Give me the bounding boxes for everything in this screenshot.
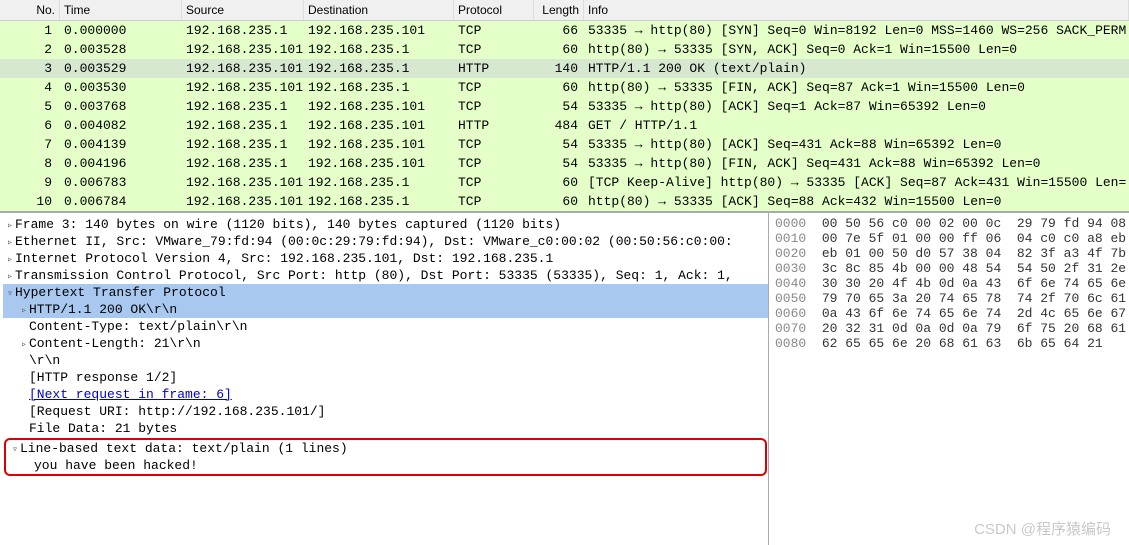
- tree-http-response[interactable]: [HTTP response 1/2]: [3, 369, 768, 386]
- packet-row[interactable]: 40.003530192.168.235.101192.168.235.1TCP…: [0, 78, 1129, 97]
- packet-row[interactable]: 60.004082192.168.235.1192.168.235.101HTT…: [0, 116, 1129, 135]
- tree-content-length[interactable]: Content-Length: 21\r\n: [3, 335, 768, 352]
- tree-content-type[interactable]: Content-Type: text/plain\r\n: [3, 318, 768, 335]
- tree-file-data[interactable]: File Data: 21 bytes: [3, 420, 768, 437]
- packet-row[interactable]: 10.000000192.168.235.1192.168.235.101TCP…: [0, 21, 1129, 40]
- expand-icon[interactable]: [5, 237, 15, 249]
- col-info[interactable]: Info: [584, 0, 1129, 20]
- tree-ip[interactable]: Internet Protocol Version 4, Src: 192.16…: [3, 250, 768, 267]
- tree-frame[interactable]: Frame 3: 140 bytes on wire (1120 bits), …: [3, 216, 768, 233]
- tree-ethernet[interactable]: Ethernet II, Src: VMware_79:fd:94 (00:0c…: [3, 233, 768, 250]
- expand-icon[interactable]: [5, 254, 15, 266]
- col-no[interactable]: No.: [0, 0, 60, 20]
- packet-row[interactable]: 50.003768192.168.235.1192.168.235.101TCP…: [0, 97, 1129, 116]
- highlighted-section: Line-based text data: text/plain (1 line…: [4, 438, 767, 476]
- tree-crlf[interactable]: \r\n: [3, 352, 768, 369]
- tree-next-request[interactable]: [Next request in frame: 6]: [3, 386, 768, 403]
- expand-icon[interactable]: [5, 271, 15, 283]
- col-proto[interactable]: Protocol: [454, 0, 534, 20]
- col-len[interactable]: Length: [534, 0, 584, 20]
- tree-tcp[interactable]: Transmission Control Protocol, Src Port:…: [3, 267, 768, 284]
- expand-icon[interactable]: [5, 220, 15, 232]
- collapse-icon[interactable]: [10, 444, 20, 456]
- expand-icon[interactable]: [19, 305, 29, 317]
- packet-details-pane[interactable]: Frame 3: 140 bytes on wire (1120 bits), …: [0, 213, 769, 545]
- packet-list-pane: No. Time Source Destination Protocol Len…: [0, 0, 1129, 212]
- hex-line[interactable]: 0010 00 7e 5f 01 00 00 ff 06 04 c0 c0 a8…: [775, 231, 1123, 246]
- hex-line[interactable]: 0040 30 30 20 4f 4b 0d 0a 43 6f 6e 74 65…: [775, 276, 1123, 291]
- col-dst[interactable]: Destination: [304, 0, 454, 20]
- tree-line-based-text[interactable]: Line-based text data: text/plain (1 line…: [8, 440, 763, 457]
- col-src[interactable]: Source: [182, 0, 304, 20]
- tree-request-uri[interactable]: [Request URI: http://192.168.235.101/]: [3, 403, 768, 420]
- tree-http[interactable]: Hypertext Transfer Protocol: [3, 284, 768, 301]
- hex-line[interactable]: 0080 62 65 65 6e 20 68 61 63 6b 65 64 21: [775, 336, 1123, 351]
- tree-http-status[interactable]: HTTP/1.1 200 OK\r\n: [3, 301, 768, 318]
- packet-bytes-pane[interactable]: 0000 00 50 56 c0 00 02 00 0c 29 79 fd 94…: [769, 213, 1129, 545]
- lower-panes: Frame 3: 140 bytes on wire (1120 bits), …: [0, 212, 1129, 545]
- hex-line[interactable]: 0050 79 70 65 3a 20 74 65 78 74 2f 70 6c…: [775, 291, 1123, 306]
- collapse-icon[interactable]: [5, 288, 15, 300]
- packet-row[interactable]: 80.004196192.168.235.1192.168.235.101TCP…: [0, 154, 1129, 173]
- packet-row[interactable]: 20.003528192.168.235.101192.168.235.1TCP…: [0, 40, 1129, 59]
- hex-line[interactable]: 0020 eb 01 00 50 d0 57 38 04 82 3f a3 4f…: [775, 246, 1123, 261]
- packet-row[interactable]: 100.006784192.168.235.101192.168.235.1TC…: [0, 192, 1129, 211]
- hex-line[interactable]: 0000 00 50 56 c0 00 02 00 0c 29 79 fd 94…: [775, 216, 1123, 231]
- expand-icon[interactable]: [19, 339, 29, 351]
- hex-line[interactable]: 0030 3c 8c 85 4b 00 00 48 54 54 50 2f 31…: [775, 261, 1123, 276]
- hex-line[interactable]: 0060 0a 43 6f 6e 74 65 6e 74 2d 4c 65 6e…: [775, 306, 1123, 321]
- packet-row[interactable]: 30.003529192.168.235.101192.168.235.1HTT…: [0, 59, 1129, 78]
- col-time[interactable]: Time: [60, 0, 182, 20]
- packet-row[interactable]: 90.006783192.168.235.101192.168.235.1TCP…: [0, 173, 1129, 192]
- tree-body-text[interactable]: you have been hacked!: [8, 457, 763, 474]
- packet-row[interactable]: 70.004139192.168.235.1192.168.235.101TCP…: [0, 135, 1129, 154]
- hex-line[interactable]: 0070 20 32 31 0d 0a 0d 0a 79 6f 75 20 68…: [775, 321, 1123, 336]
- packet-list-header: No. Time Source Destination Protocol Len…: [0, 0, 1129, 21]
